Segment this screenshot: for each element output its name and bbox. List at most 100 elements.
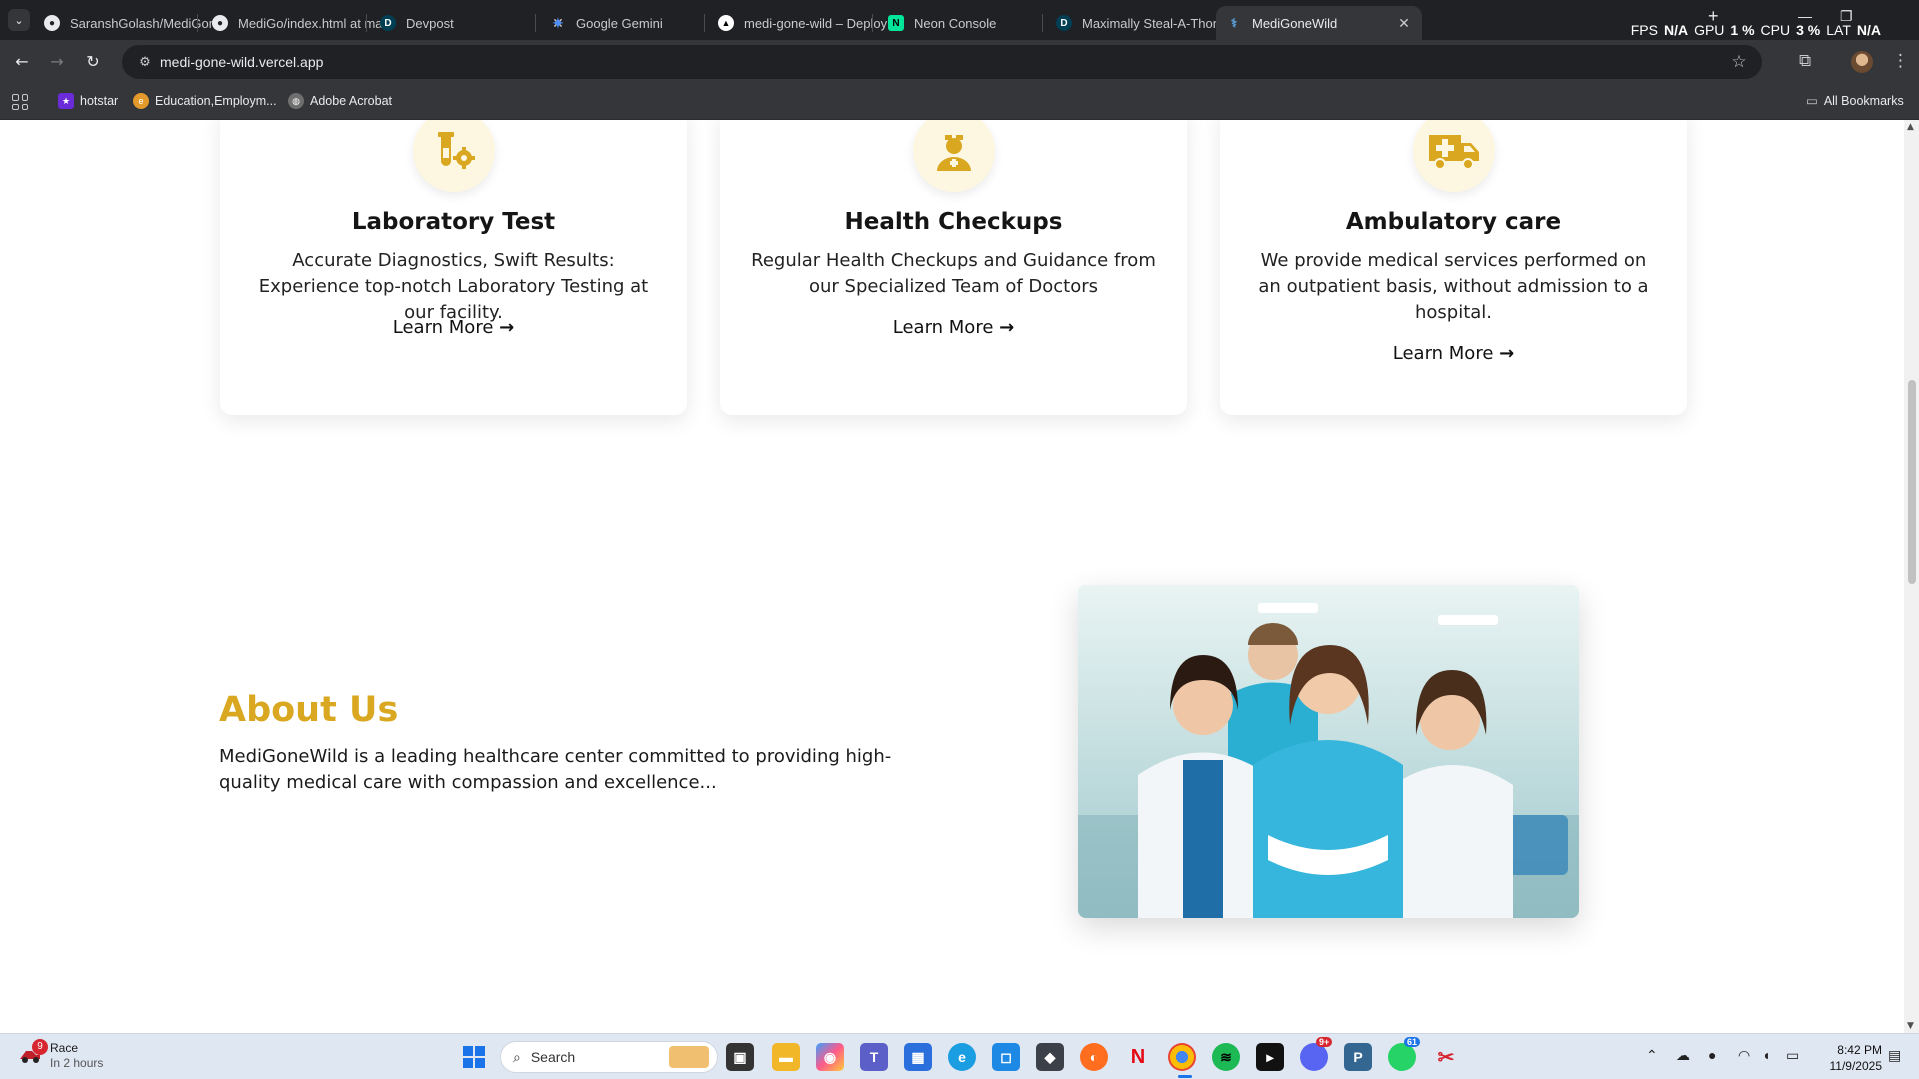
folder-icon: ▭ bbox=[1806, 94, 1818, 108]
app-icon[interactable]: ◻ bbox=[992, 1043, 1020, 1071]
scrollbar-thumb[interactable] bbox=[1908, 380, 1916, 584]
service-title: Ambulatory care bbox=[1345, 209, 1562, 235]
scroll-down-icon[interactable]: ▼ bbox=[1907, 1021, 1914, 1031]
bookmark-hotstar[interactable]: ★ hotstar bbox=[58, 93, 118, 109]
bookmark-star-icon[interactable]: ☆ bbox=[1724, 52, 1754, 72]
arrow-right-icon: → bbox=[1499, 343, 1515, 364]
back-button[interactable]: ← bbox=[11, 52, 33, 71]
tab-title: Maximally Steal-A-Thon bbox=[1082, 15, 1220, 31]
lat-value: N/A bbox=[1856, 22, 1881, 38]
medigonewild-icon: ⚕ bbox=[1230, 16, 1238, 30]
doctor-icon bbox=[912, 120, 995, 192]
hotstar-icon: ★ bbox=[58, 93, 74, 109]
file-explorer-icon[interactable]: ▬ bbox=[772, 1043, 800, 1071]
tab-title: Devpost bbox=[406, 15, 454, 31]
service-card-health-checkups: Health Checkups Regular Health Checkups … bbox=[720, 120, 1187, 415]
page-viewport: Laboratory Test Accurate Diagnostics, Sw… bbox=[0, 120, 1904, 1033]
neon-icon: N bbox=[888, 15, 904, 31]
chrome-icon[interactable] bbox=[1168, 1043, 1196, 1071]
learn-more-link[interactable]: Learn More → bbox=[220, 317, 687, 338]
volume-icon[interactable]: ◖ bbox=[1762, 1047, 1770, 1063]
tab-title: Google Gemini bbox=[576, 15, 663, 31]
weather-badge: 9 bbox=[32, 1039, 48, 1055]
microphone-icon[interactable]: ● bbox=[1708, 1047, 1716, 1063]
bookmark-label: Education,Employm... bbox=[155, 94, 277, 108]
bookmark-education[interactable]: e Education,Employm... bbox=[133, 93, 277, 109]
clock-time: 8:42 PM bbox=[1837, 1043, 1882, 1057]
arrow-right-icon: → bbox=[499, 317, 515, 338]
service-card-laboratory: Laboratory Test Accurate Diagnostics, Sw… bbox=[220, 120, 687, 415]
clock[interactable]: 8:42 PM 11/9/2025 bbox=[1822, 1042, 1883, 1074]
chrome-running-indicator bbox=[1178, 1075, 1192, 1078]
copilot-icon[interactable]: ◉ bbox=[816, 1043, 844, 1071]
lab-icon bbox=[412, 120, 495, 192]
edge-icon[interactable]: e bbox=[948, 1043, 976, 1071]
search-placeholder: Search bbox=[530, 1049, 576, 1065]
postgres-icon[interactable]: P bbox=[1344, 1043, 1372, 1071]
ambulance-icon bbox=[1412, 120, 1495, 192]
close-tab-icon[interactable]: ✕ bbox=[1396, 15, 1412, 32]
site-info-icon[interactable]: ⚙ bbox=[130, 55, 160, 70]
teams-icon[interactable]: T bbox=[860, 1043, 888, 1071]
url-text[interactable]: medi-gone-wild.vercel.app bbox=[160, 54, 1724, 70]
firefox-icon[interactable]: ◐ bbox=[1080, 1043, 1108, 1071]
store-icon[interactable]: ▦ bbox=[904, 1043, 932, 1071]
discord-icon[interactable]: 9+ bbox=[1300, 1037, 1333, 1071]
battery-icon[interactable]: ▭ bbox=[1786, 1047, 1799, 1064]
whatsapp-icon[interactable]: 61 bbox=[1388, 1037, 1421, 1071]
tab-title: MediGoneWild bbox=[1252, 15, 1338, 31]
service-card-ambulatory: Ambulatory care We provide medical servi… bbox=[1220, 120, 1687, 415]
learn-more-label: Learn More bbox=[1392, 343, 1494, 364]
learn-more-link[interactable]: Learn More → bbox=[1220, 343, 1687, 364]
tab-title: SaranshGolash/MediGone bbox=[70, 15, 214, 31]
cpu-value: 3 % bbox=[1796, 22, 1821, 38]
tray-overflow-icon[interactable]: ⌃ bbox=[1646, 1047, 1658, 1064]
profile-avatar[interactable] bbox=[1851, 51, 1873, 73]
extensions-icon[interactable]: ⧉ bbox=[1799, 51, 1811, 71]
windows-taskbar: 9 Race In 2 hours ⌕ Search ▣ ▬ ◉ T ▦ e ◻… bbox=[0, 1033, 1919, 1079]
onedrive-icon[interactable]: ☁ bbox=[1676, 1047, 1690, 1064]
tab-title: MediGo/index.html at ma bbox=[238, 15, 382, 31]
about-text: MediGoneWild is a leading healthcare cen… bbox=[219, 746, 892, 793]
gpu-label: GPU bbox=[1694, 22, 1725, 38]
cpu-label: CPU bbox=[1760, 22, 1791, 38]
discord-badge: 9+ bbox=[1316, 1037, 1333, 1047]
bookmark-adobe-acrobat[interactable]: ◍ Adobe Acrobat bbox=[288, 93, 392, 109]
start-button[interactable] bbox=[460, 1043, 488, 1071]
all-bookmarks[interactable]: ▭ All Bookmarks bbox=[1806, 93, 1904, 109]
all-bookmarks-label: All Bookmarks bbox=[1823, 93, 1904, 108]
notifications-icon[interactable]: ▤ bbox=[1888, 1047, 1901, 1064]
github-icon: ● bbox=[44, 15, 60, 31]
tab-search-button[interactable]: ⌄ bbox=[8, 9, 30, 31]
search-icon: ⌕ bbox=[513, 1048, 521, 1065]
gemini-icon: ✦ bbox=[552, 14, 564, 31]
weather-subtitle: In 2 hours bbox=[50, 1056, 104, 1070]
bookmarks-bar: ★ hotstar e Education,Employm... ◍ Adobe… bbox=[0, 84, 1919, 120]
tab-medigonewild[interactable]: ⚕ MediGoneWild ✕ bbox=[1216, 6, 1422, 40]
unity-icon[interactable]: ◆ bbox=[1036, 1043, 1064, 1071]
vercel-icon: ▲ bbox=[718, 15, 734, 31]
service-description: Accurate Diagnostics, Swift Results: Exp… bbox=[258, 250, 649, 323]
weather-widget[interactable]: 9 Race In 2 hours bbox=[18, 1039, 104, 1071]
forward-button[interactable]: → bbox=[46, 52, 68, 71]
task-view-icon[interactable]: ▣ bbox=[726, 1043, 754, 1071]
learn-more-link[interactable]: Learn More → bbox=[720, 317, 1187, 338]
terminal-icon[interactable]: ▸ bbox=[1256, 1043, 1284, 1071]
spotify-icon[interactable]: ≋ bbox=[1212, 1043, 1240, 1071]
reload-button[interactable]: ↻ bbox=[82, 52, 104, 71]
wifi-icon[interactable]: ◠ bbox=[1738, 1047, 1750, 1064]
clock-date: 11/9/2025 bbox=[1829, 1059, 1883, 1073]
scroll-up-icon[interactable]: ▲ bbox=[1907, 122, 1914, 132]
menu-kebab-icon[interactable]: ⋮ bbox=[1892, 51, 1909, 71]
gpu-value: 1 % bbox=[1730, 22, 1755, 38]
netflix-icon[interactable]: N bbox=[1124, 1043, 1152, 1071]
service-title: Health Checkups bbox=[844, 209, 1063, 235]
page-scrollbar[interactable]: ▲ ▼ bbox=[1904, 120, 1919, 1033]
taskbar-search[interactable]: ⌕ Search bbox=[500, 1041, 718, 1073]
learn-more-label: Learn More bbox=[392, 317, 494, 338]
apps-grid-icon[interactable] bbox=[12, 94, 28, 110]
address-bar[interactable]: ⚙ medi-gone-wild.vercel.app ☆ bbox=[122, 45, 1762, 79]
snipping-tool-icon[interactable]: ✂ bbox=[1432, 1043, 1460, 1071]
race-car-icon: 9 bbox=[18, 1039, 48, 1065]
arrow-right-icon: → bbox=[999, 317, 1015, 338]
